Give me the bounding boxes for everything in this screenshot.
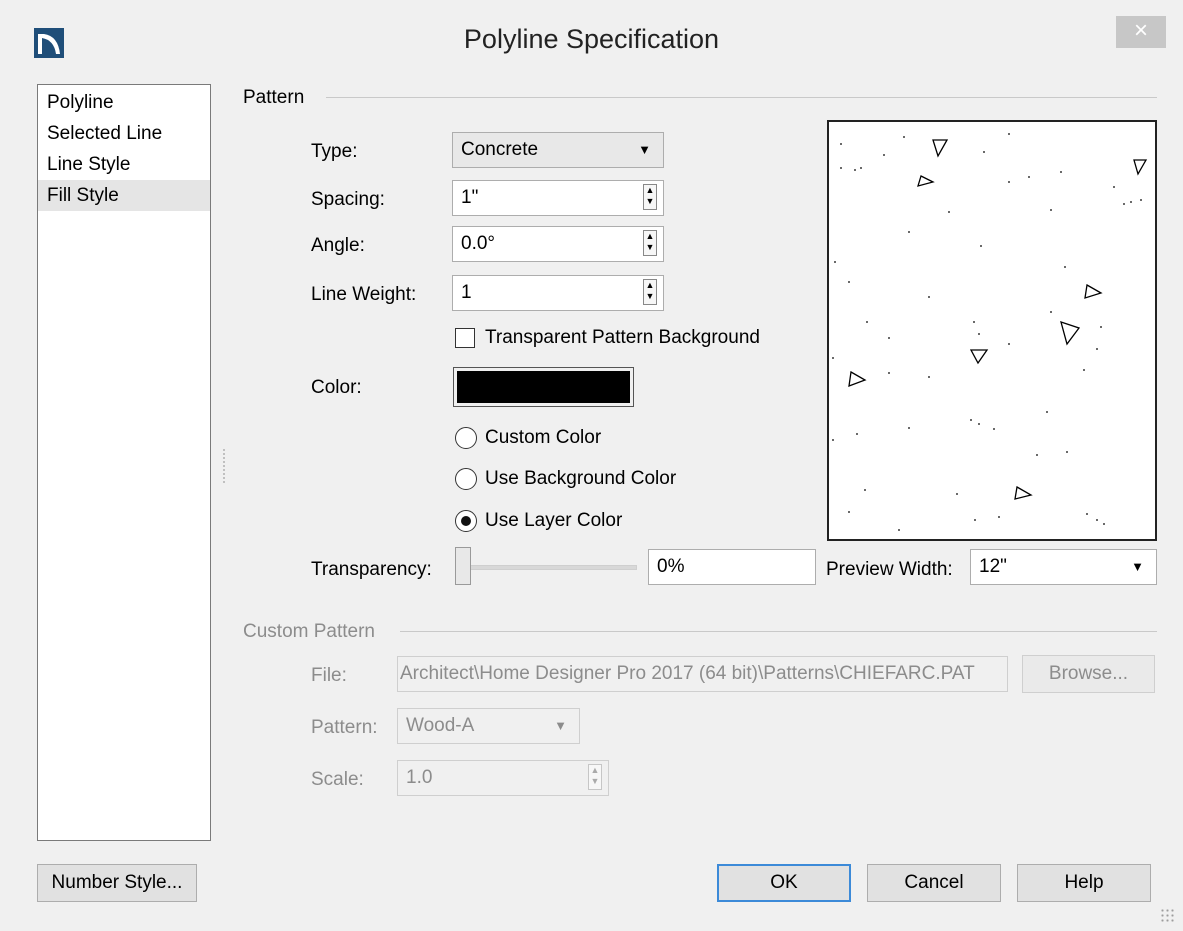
custom-color-radio[interactable] [455, 427, 477, 449]
spacing-spinner-icon[interactable]: ▲ ▼ [643, 184, 657, 210]
help-button[interactable]: Help [1017, 864, 1151, 902]
dialog-window: Polyline Specification × Polyline Select… [0, 0, 1183, 931]
preview-width-value: 12" [979, 556, 1007, 577]
transparent-background-label[interactable]: Transparent Pattern Background [485, 327, 760, 349]
nav-item-polyline[interactable]: Polyline [38, 87, 210, 118]
pattern-section-label: Pattern [243, 87, 305, 108]
nav-item-selected-line[interactable]: Selected Line [38, 118, 210, 149]
spacing-label: Spacing: [311, 189, 385, 210]
number-style-button[interactable]: Number Style... [37, 864, 197, 902]
nav-item-fill-style[interactable]: Fill Style [38, 180, 210, 211]
background-color-radio[interactable] [455, 468, 477, 490]
line-weight-value: 1 [461, 282, 472, 303]
custom-pattern-section-divider [400, 631, 1157, 632]
preview-width-dropdown[interactable]: 12" ▼ [970, 549, 1157, 585]
scale-label: Scale: [311, 769, 364, 790]
layer-color-label[interactable]: Use Layer Color [485, 510, 622, 532]
close-button[interactable]: × [1116, 16, 1166, 48]
transparency-label: Transparency: [311, 559, 432, 580]
line-weight-label: Line Weight: [311, 284, 417, 305]
file-label: File: [311, 665, 347, 686]
scale-field[interactable]: 1.0 ▲ ▼ [397, 760, 609, 796]
line-weight-spinner-icon[interactable]: ▲ ▼ [643, 279, 657, 305]
preview-width-label: Preview Width: [826, 559, 953, 580]
cancel-button[interactable]: Cancel [867, 864, 1001, 902]
color-swatch-fill [457, 371, 630, 403]
spacing-field[interactable]: 1" ▲ ▼ [452, 180, 664, 216]
file-path-value: Architect\Home Designer Pro 2017 (64 bit… [400, 663, 975, 684]
type-label: Type: [311, 141, 358, 162]
pattern-section-divider [326, 97, 1157, 98]
spacing-value: 1" [461, 187, 479, 208]
color-label: Color: [311, 377, 362, 398]
type-value: Concrete [461, 139, 539, 160]
line-weight-field[interactable]: 1 ▲ ▼ [452, 275, 664, 311]
concrete-pattern-preview-graphic [832, 133, 1148, 531]
chevron-down-icon: ▼ [1131, 559, 1144, 574]
chevron-down-icon: ▼ [638, 142, 651, 157]
title-bar: Polyline Specification × [0, 0, 1183, 80]
background-color-label[interactable]: Use Background Color [485, 468, 676, 490]
category-list: Polyline Selected Line Line Style Fill S… [37, 84, 211, 841]
resize-grip-icon[interactable] [1160, 908, 1176, 924]
transparency-field[interactable]: 0% [648, 549, 816, 585]
angle-label: Angle: [311, 235, 365, 256]
pattern-label: Pattern: [311, 717, 378, 738]
pattern-value: Wood-A [406, 715, 475, 736]
pattern-dropdown[interactable]: Wood-A ▼ [397, 708, 580, 744]
ok-button[interactable]: OK [717, 864, 851, 902]
color-swatch-button[interactable] [453, 367, 634, 407]
angle-spinner-icon[interactable]: ▲ ▼ [643, 230, 657, 256]
angle-value: 0.0° [461, 233, 496, 254]
chevron-down-icon: ▼ [554, 718, 567, 733]
scale-spinner-icon[interactable]: ▲ ▼ [588, 764, 602, 790]
layer-color-radio[interactable] [455, 510, 477, 532]
type-dropdown[interactable]: Concrete ▼ [452, 132, 664, 168]
browse-button[interactable]: Browse... [1022, 655, 1155, 693]
custom-pattern-section-label: Custom Pattern [243, 621, 375, 642]
custom-color-label[interactable]: Custom Color [485, 427, 601, 449]
window-title: Polyline Specification [463, 24, 720, 54]
transparent-background-checkbox[interactable] [455, 328, 475, 348]
transparency-slider-thumb[interactable] [455, 547, 471, 585]
nav-item-line-style[interactable]: Line Style [38, 149, 210, 180]
splitter-grip[interactable] [222, 448, 226, 484]
pattern-preview [827, 120, 1157, 541]
scale-value: 1.0 [406, 767, 433, 788]
transparency-slider-track[interactable] [455, 565, 637, 570]
angle-field[interactable]: 0.0° ▲ ▼ [452, 226, 664, 262]
file-path-field[interactable]: Architect\Home Designer Pro 2017 (64 bit… [397, 656, 1008, 692]
transparency-value: 0% [657, 556, 685, 577]
